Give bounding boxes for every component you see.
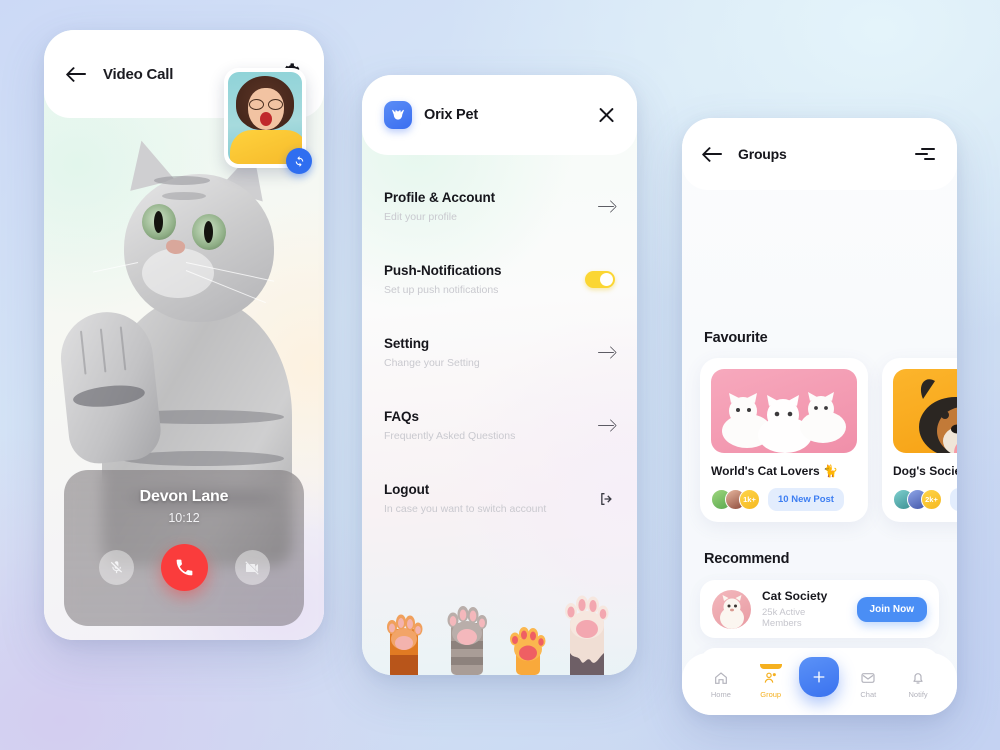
logout-icon[interactable] (598, 491, 615, 507)
nav-label: Chat (860, 689, 877, 699)
menu-item-title: Push-Notifications (384, 263, 502, 278)
join-button[interactable]: Join Now (856, 596, 927, 622)
avatar (712, 589, 751, 629)
add-button[interactable] (799, 657, 840, 697)
groups-header: Groups (682, 118, 957, 190)
menu-item-title: FAQs (384, 409, 419, 424)
nav-label: Group (760, 689, 782, 699)
nav-item-chat[interactable]: Chat (847, 670, 889, 699)
new-post-badge[interactable]: 10 New Post (768, 488, 844, 511)
video-off-icon (245, 560, 259, 575)
menu-item-title: Setting (384, 336, 430, 351)
new-post-badge[interactable]: 5 New Post (950, 488, 957, 511)
menu-screen: Orix Pet Profile & Account Edit your pro… (362, 75, 637, 675)
menu-header: Orix Pet (362, 75, 637, 155)
section-title-recommend: Recommend (704, 551, 790, 567)
member-avatars: 2k+ (893, 489, 942, 510)
menu-item-subtitle: Change your Setting (384, 357, 480, 369)
favourite-cards: World's Cat Lovers 🐈 1k+ 10 New Post Dog… (682, 358, 957, 522)
camera-flip-icon[interactable] (286, 148, 312, 174)
menu-item-setting[interactable]: Setting Change your Setting (362, 316, 637, 389)
menu-item-logout[interactable]: Logout In case you want to switch accoun… (362, 462, 637, 535)
favourite-card[interactable]: World's Cat Lovers 🐈 1k+ 10 New Post (700, 358, 868, 522)
member-avatars: 1k+ (711, 489, 760, 510)
video-call-screen: Video Call Devon Lane 10:12 (44, 30, 324, 640)
cat-logo-icon (384, 101, 412, 129)
microphone-off-icon (110, 561, 122, 574)
favourite-card[interactable]: Dog's Socie 2k+ 5 New Post (882, 358, 957, 522)
nav-item-group[interactable]: Group (750, 663, 792, 699)
member-count: 25k Active Members (762, 607, 806, 629)
video-off-button[interactable] (234, 550, 270, 585)
nav-item-home[interactable]: Home (700, 670, 742, 699)
nav-label: Home (710, 689, 731, 699)
list-item[interactable]: Cat Society 25k Active Members Join Now (700, 580, 939, 638)
back-arrow-icon[interactable] (704, 147, 723, 162)
arrow-right-icon[interactable] (598, 419, 615, 432)
bell-icon (913, 672, 923, 684)
group-name: Dog's Socie (893, 464, 957, 478)
close-icon[interactable] (598, 107, 615, 124)
nav-label: Notify (908, 689, 928, 699)
group-icon (764, 672, 776, 683)
menu-list: Profile & Account Edit your profile Push… (362, 170, 637, 535)
menu-item-subtitle: Edit your profile (384, 211, 457, 223)
filter-icon[interactable] (915, 147, 935, 161)
group-cover-image (711, 369, 857, 453)
call-info-panel: Devon Lane 10:12 (64, 470, 304, 626)
section-title-favourite: Favourite (704, 330, 768, 346)
mute-button[interactable] (98, 550, 134, 585)
caller-name: Devon Lane (139, 488, 229, 505)
plus-icon (814, 671, 825, 683)
call-controls (98, 544, 270, 591)
brand-name: Orix Pet (424, 107, 479, 123)
home-icon (714, 671, 727, 684)
call-duration: 10:12 (168, 511, 200, 525)
member-count-badge: 2k+ (921, 489, 942, 510)
bottom-navigation: Home Group Chat Notify (682, 653, 957, 715)
menu-item-faqs[interactable]: FAQs Frequently Asked Questions (362, 389, 637, 462)
group-cover-image (893, 369, 957, 453)
menu-item-title: Logout (384, 482, 430, 497)
page-title: Video Call (103, 65, 174, 83)
push-notifications-toggle[interactable] (585, 271, 615, 288)
menu-item-push-notifications[interactable]: Push-Notifications Set up push notificat… (362, 243, 637, 316)
group-name: World's Cat Lovers 🐈 (711, 464, 838, 478)
groups-screen: Groups Favourite World's Cat Lovers 🐈 1k… (682, 118, 957, 715)
nav-item-notify[interactable]: Notify (897, 670, 939, 699)
mail-icon (861, 672, 875, 683)
back-arrow-icon[interactable] (68, 67, 87, 82)
arrow-right-icon[interactable] (598, 200, 615, 213)
member-count-badge: 1k+ (739, 489, 760, 510)
active-indicator (759, 663, 782, 669)
menu-item-title: Profile & Account (384, 190, 496, 205)
end-call-button[interactable] (160, 544, 208, 591)
menu-item-subtitle: Set up push notifications (384, 284, 499, 296)
menu-item-profile[interactable]: Profile & Account Edit your profile (362, 170, 637, 243)
phone-icon (176, 559, 192, 576)
cat-paws-illustration (362, 580, 637, 675)
arrow-right-icon[interactable] (598, 346, 615, 359)
self-video-preview[interactable] (224, 68, 312, 174)
page-title: Groups (738, 146, 787, 162)
menu-item-subtitle: Frequently Asked Questions (384, 430, 516, 442)
group-name: Cat Society (762, 589, 828, 603)
menu-item-subtitle: In case you want to switch account (384, 503, 547, 515)
